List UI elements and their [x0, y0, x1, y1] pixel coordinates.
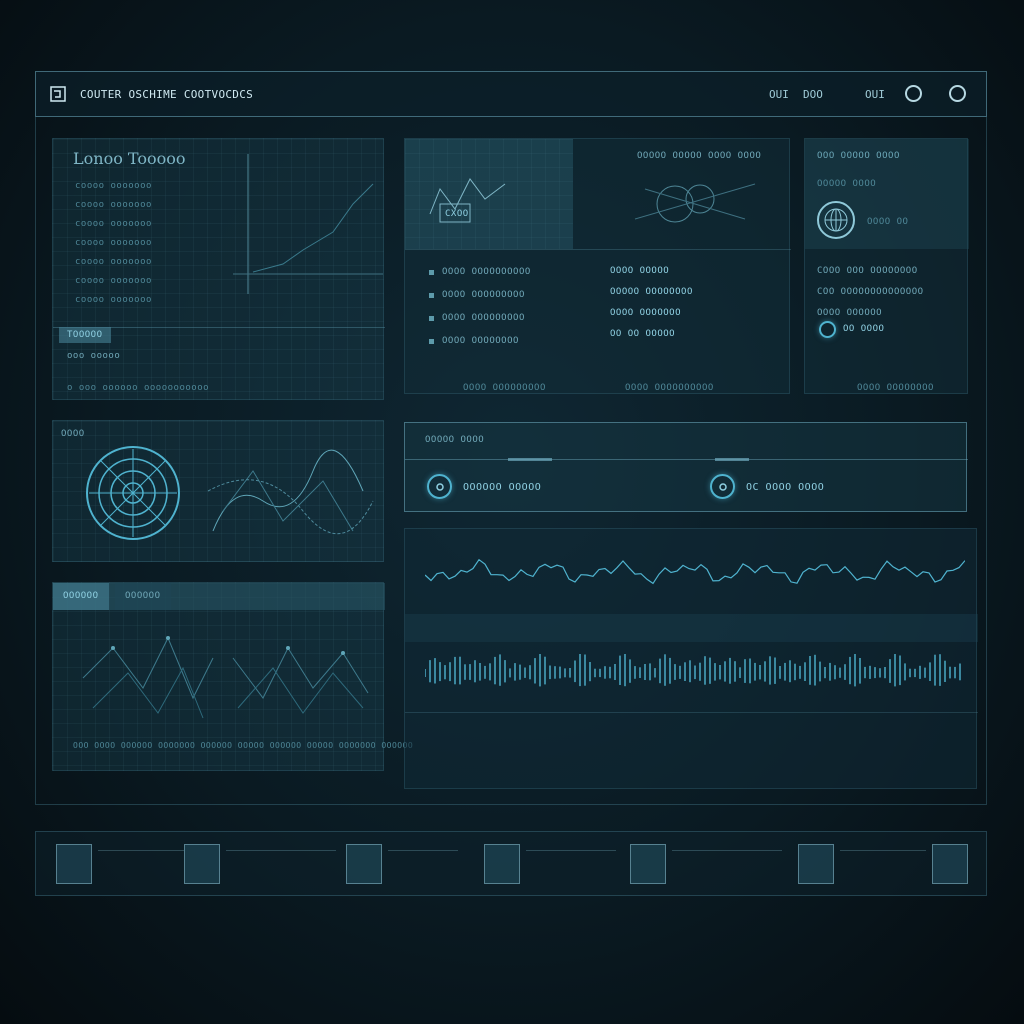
preview-label: CXOO — [445, 209, 469, 219]
bullet-icon — [429, 293, 434, 298]
radar-icon — [86, 446, 180, 540]
panel-network-footer: OOO OOOO OOOOOO OOOOOOO OOOOOO OOOOO OOO… — [73, 741, 414, 750]
list-item: coooo ooooooo — [75, 257, 152, 267]
panel-analysis-title: Lonoo Tooooo — [73, 149, 186, 168]
list-item: coooo ooooooo — [75, 276, 152, 286]
dock-item[interactable] — [630, 844, 666, 884]
dock-item[interactable] — [484, 844, 520, 884]
panel-analysis: Lonoo Tooooo coooo ooooooo coooo ooooooo… — [52, 138, 385, 400]
dock-item[interactable] — [798, 844, 834, 884]
list-item[interactable]: OOOO OOOOOOOOO — [429, 307, 531, 330]
title-bar: COUTER OSCHIME COOTVOCDCS OUI DOO OUI — [35, 71, 987, 117]
list-item[interactable]: OOOO OOOOOOOOO — [429, 284, 531, 307]
list-item: coooo ooooooo — [75, 200, 152, 210]
list-item: coooo ooooooo — [75, 181, 152, 191]
app-title: COUTER OSCHIME COOTVOCDCS — [80, 88, 254, 101]
trend-chart — [233, 154, 383, 294]
panel-status: OOO OOOOO OOOO OOOOO OOOO OOOO OO COOO O… — [804, 138, 969, 394]
overview-footer-right: OOOO OOOOOOOOOO — [625, 383, 714, 393]
connection-1-label: OOOOOO OOOOO — [463, 482, 542, 493]
globe-icon — [817, 201, 855, 239]
status-lines: COOO OOO OOOOOOOO COO OOOOOOOOOOOOOO OOO… — [817, 266, 924, 318]
tab-network-1[interactable]: OOOOOO — [53, 583, 109, 610]
panel-radar-title: OOOO — [61, 429, 85, 439]
panel-overview-title: OOOOO OOOOO OOOO OOOO — [637, 151, 762, 161]
app-logo-icon — [50, 85, 68, 103]
nav-item-2[interactable]: DOO — [803, 88, 823, 101]
bullet-icon — [429, 316, 434, 321]
panel-overview: CXOO OOOOO OOOOO OOOO OOOO OOOO OOOOOOOO… — [404, 138, 791, 394]
list-item: coooo ooooooo — [75, 295, 152, 305]
signal-spike-chart — [425, 654, 961, 687]
dock-item[interactable] — [184, 844, 220, 884]
status-row: OOOO OO — [867, 217, 909, 227]
connection-1-icon[interactable] — [427, 474, 452, 499]
dock-item[interactable] — [346, 844, 382, 884]
panel-analysis-list: coooo ooooooo coooo ooooooo coooo oooooo… — [75, 177, 152, 310]
dock-bar — [35, 831, 987, 896]
connection-2-icon[interactable] — [710, 474, 735, 499]
list-item[interactable]: OOOO OOOOOOOOOO — [429, 261, 531, 284]
panel-analysis-subtitle: ooo ooooo — [67, 351, 121, 361]
bullet-icon — [429, 270, 434, 275]
status-indicator-icon — [819, 321, 836, 338]
panel-analysis-footer: o ooo oooooo ooooooooooo — [67, 383, 210, 393]
panel-waveform — [404, 528, 978, 789]
list-item[interactable]: OOOO OOOOOOOO — [429, 330, 531, 353]
map-sketch — [207, 449, 374, 535]
preview-sketch — [429, 178, 506, 223]
network-graph — [82, 636, 369, 719]
panel-connections: OOOOO OOOO OOOOOO OOOOO OC OOOO OOOO — [404, 422, 968, 512]
overview-list: OOOO OOOOOOOOOO OOOO OOOOOOOOO OOOO OOOO… — [429, 261, 531, 353]
tab-analysis[interactable]: TOOOOO — [59, 327, 111, 343]
status-footer: OOOO OOOOOOOO — [857, 383, 934, 393]
bullet-icon — [429, 339, 434, 344]
panel-connections-title: OOOOO OOOO — [425, 435, 485, 445]
minimize-button[interactable] — [905, 85, 922, 102]
overview-details: OOOO OOOOO OOOOO OOOOOOOO OOOO OOOOOOO O… — [610, 266, 693, 339]
dock-item[interactable] — [932, 844, 968, 884]
tab-network-2[interactable]: OOOOOO — [115, 583, 171, 610]
panel-radar: OOOO — [52, 420, 384, 562]
connection-2-label: OC OOOO OOOO — [746, 482, 825, 493]
network-sketch — [634, 183, 756, 223]
list-item: coooo ooooooo — [75, 238, 152, 248]
close-button[interactable] — [949, 85, 966, 102]
signal-line-chart — [425, 558, 965, 585]
panel-network: OOOOOO OOOOOO OOO OOOO OOOOOO OOOOOOO OO… — [52, 582, 413, 771]
overview-footer-left: OOOO OOOOOOOOO — [463, 383, 546, 393]
status-row: OOOOO OOOO — [817, 179, 877, 189]
nav-item-3[interactable]: OUI — [865, 88, 885, 101]
list-item: coooo ooooooo — [75, 219, 152, 229]
preview-window: CXOO — [405, 139, 573, 249]
dock-item[interactable] — [56, 844, 92, 884]
nav-item-1[interactable]: OUI — [769, 88, 789, 101]
status-badge: OO OOOO — [843, 324, 885, 334]
